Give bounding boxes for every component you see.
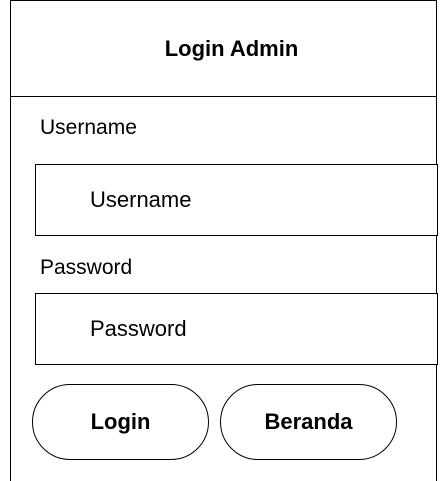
password-label: Password bbox=[40, 256, 133, 279]
login-panel: Login Admin Username Password Login Bera… bbox=[10, 0, 438, 481]
username-label: Username bbox=[40, 116, 137, 139]
beranda-button[interactable]: Beranda bbox=[220, 384, 397, 460]
password-input[interactable] bbox=[35, 293, 438, 365]
login-button[interactable]: Login bbox=[32, 384, 209, 460]
username-input[interactable] bbox=[35, 164, 438, 236]
page-title: Login Admin bbox=[164, 35, 299, 61]
panel-header: Login Admin bbox=[11, 1, 436, 97]
